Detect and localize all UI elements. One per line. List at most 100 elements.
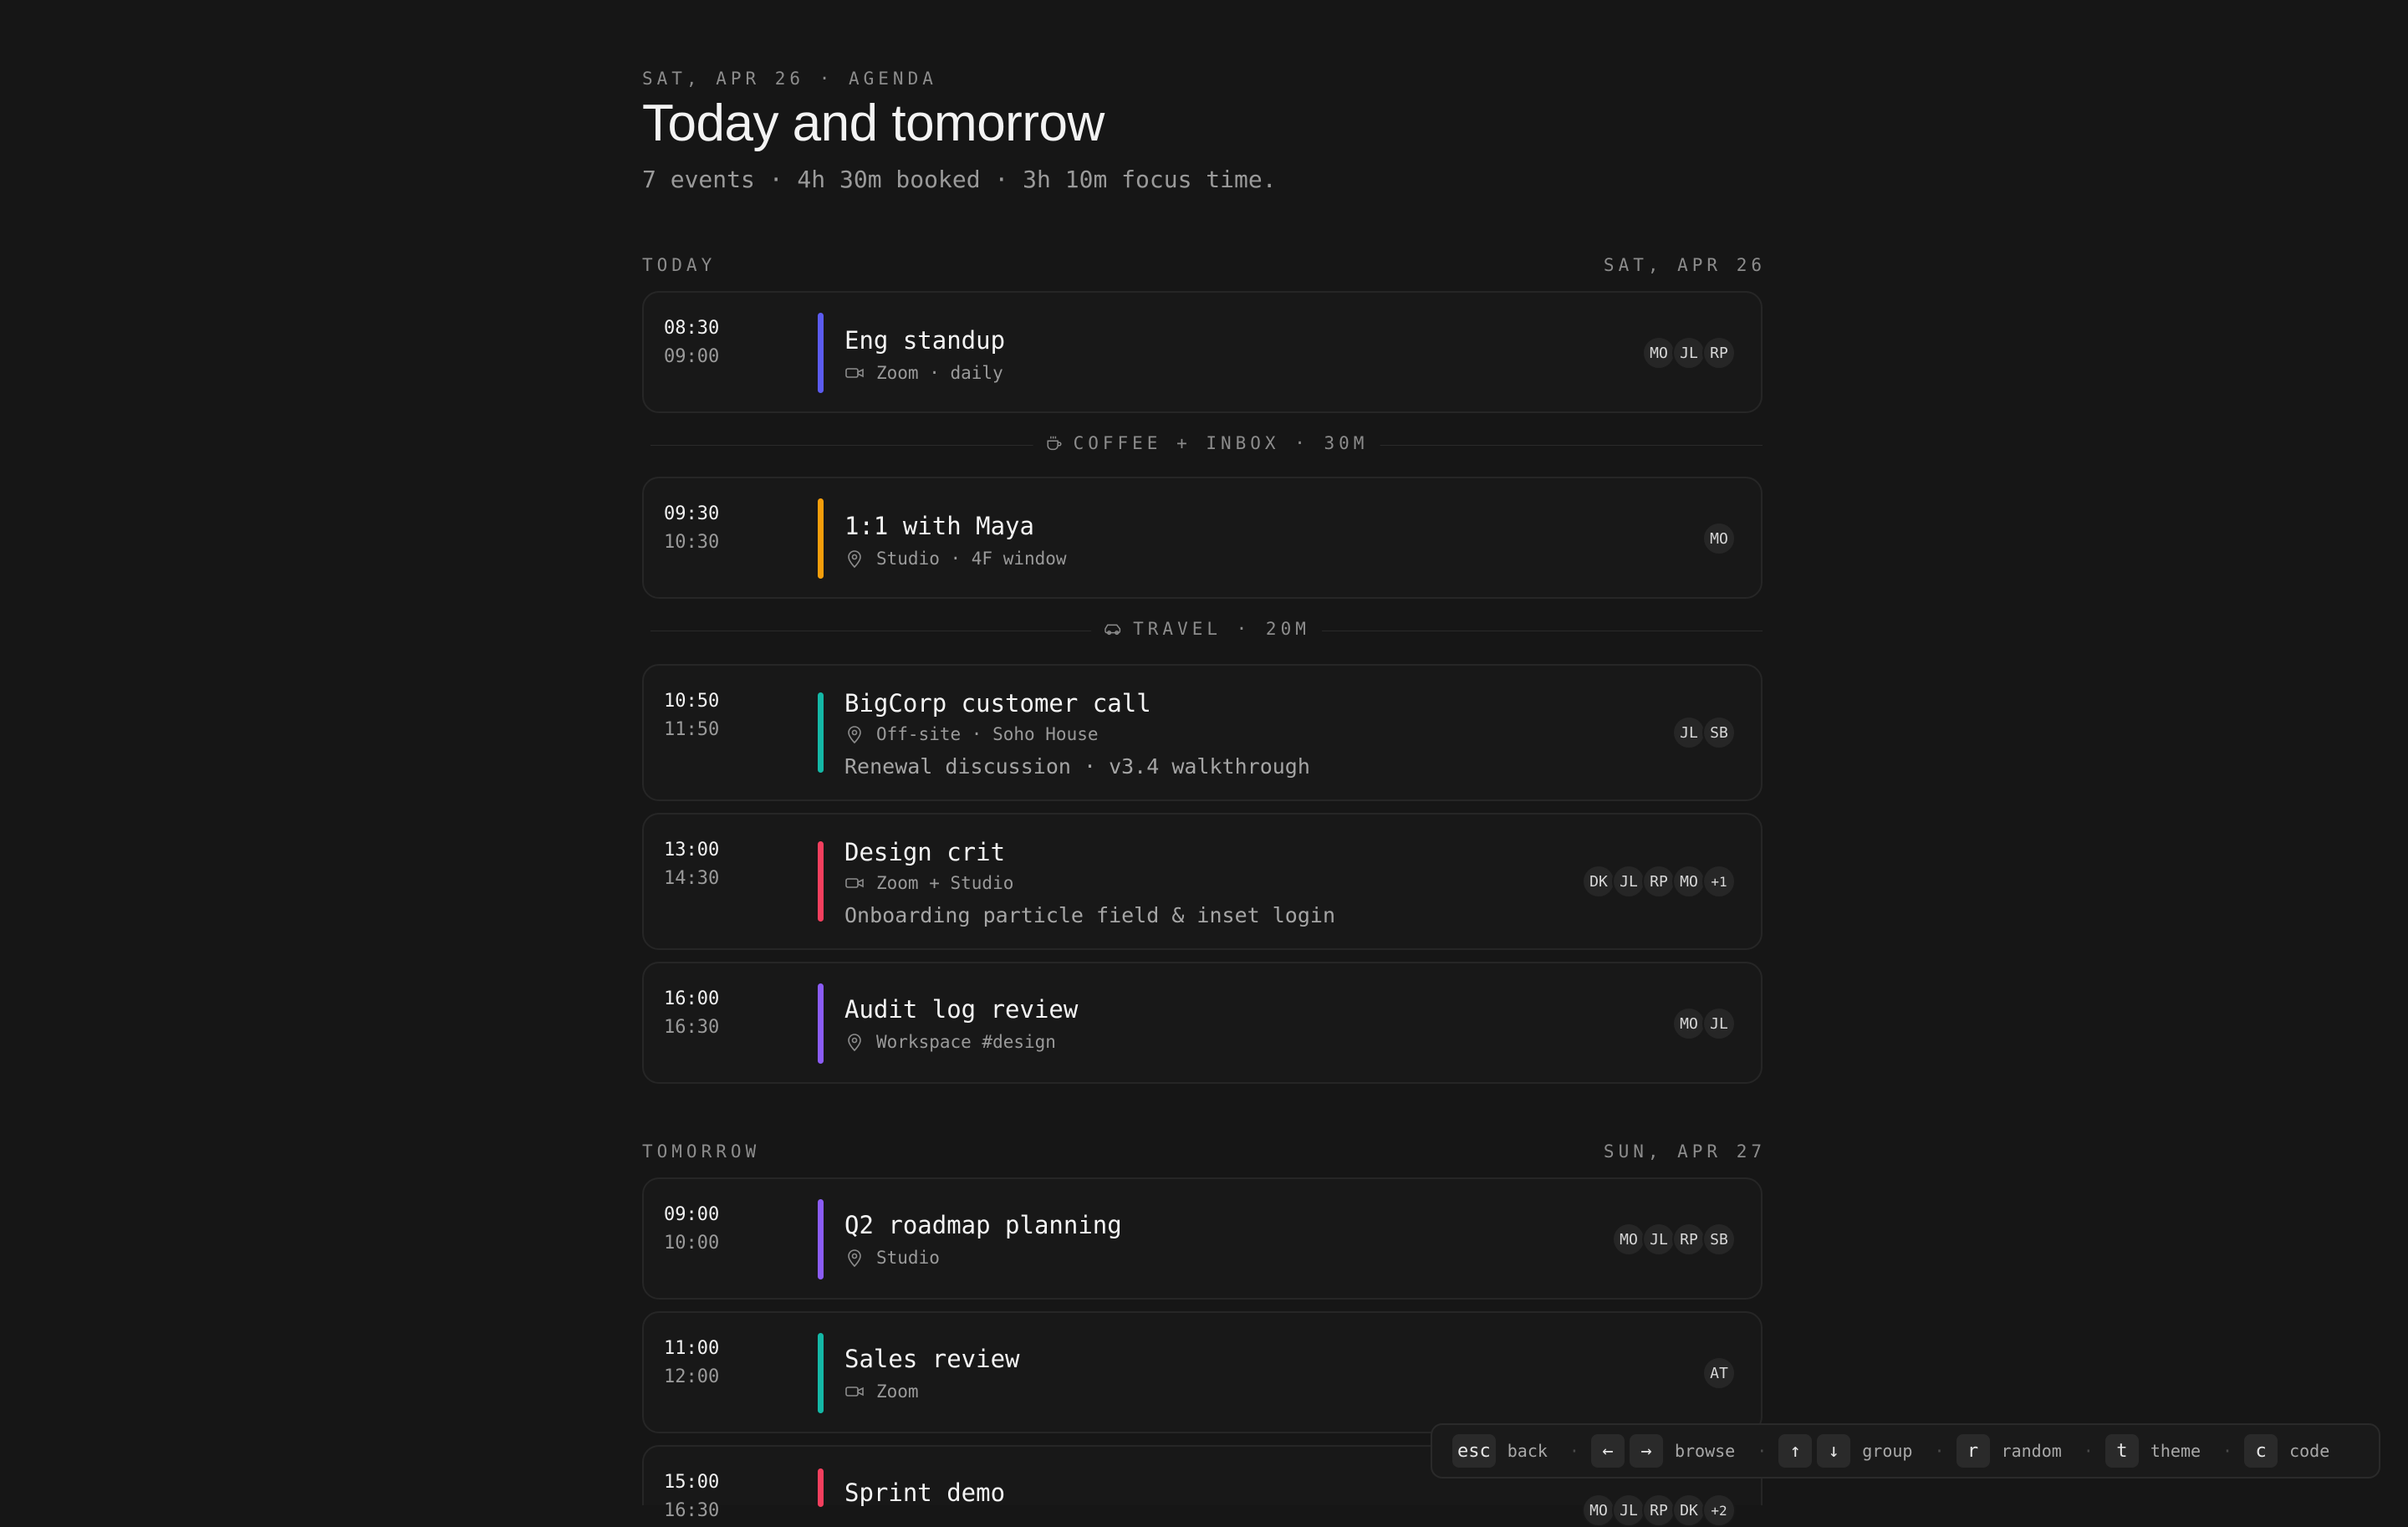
gap-label: COFFEE + INBOX · 30M xyxy=(1033,433,1380,453)
event-meta: Studio · 4F window xyxy=(844,549,1067,569)
location-pin-icon xyxy=(848,550,861,569)
video-icon xyxy=(845,1387,864,1397)
avatar: AT xyxy=(1702,1356,1736,1390)
event-card[interactable]: 10:50 11:50 BigCorp customer call Off-si… xyxy=(642,664,1763,801)
avatar: MO xyxy=(1582,1494,1615,1527)
event-end-time: 11:50 xyxy=(664,719,720,740)
avatar: JL xyxy=(1612,865,1645,898)
section-header-today: TODAY SAT, APR 26 xyxy=(642,255,1766,278)
event-start-time: 11:00 xyxy=(664,1338,720,1359)
key-up-arrow[interactable]: ↑ xyxy=(1778,1434,1813,1468)
shortcut-label-random: random xyxy=(2001,1441,2062,1461)
video-icon xyxy=(845,368,864,378)
event-card[interactable]: 09:00 10:00 Q2 roadmap planning Studio M… xyxy=(642,1177,1763,1300)
location-pin-icon xyxy=(848,726,861,744)
event-title: Sprint demo xyxy=(844,1478,1006,1507)
event-color-bar xyxy=(818,498,824,579)
event-title: Audit log review xyxy=(844,995,1079,1024)
key-c[interactable]: c xyxy=(2244,1434,2278,1468)
attendee-list: MO JL xyxy=(1672,1007,1736,1040)
event-times: 10:50 11:50 xyxy=(664,687,719,744)
page-title: Today and tomorrow xyxy=(642,94,1105,152)
event-meta: Workspace #design xyxy=(844,1032,1056,1052)
event-start-time: 16:00 xyxy=(664,988,720,1009)
event-color-bar xyxy=(818,1333,824,1413)
avatar: RP xyxy=(1672,1223,1706,1256)
event-meta: Off-site · Soho House xyxy=(844,724,1099,744)
event-color-bar xyxy=(818,313,824,393)
event-note: Renewal discussion · v3.4 walkthrough xyxy=(844,754,1310,779)
attendee-list: MO JL RP DK +2 xyxy=(1582,1494,1736,1527)
shortcut-label-theme: theme xyxy=(2150,1441,2201,1461)
event-times: 16:00 16:30 xyxy=(664,985,719,1042)
shortcut-label-browse: browse xyxy=(1674,1441,1736,1461)
event-meta-text: Studio · 4F window xyxy=(876,549,1067,569)
event-times: 15:00 16:30 xyxy=(664,1468,719,1525)
event-start-time: 13:00 xyxy=(664,840,720,861)
event-card[interactable]: 08:30 09:00 Eng standup Zoom · daily MO J… xyxy=(642,291,1763,413)
coffee-icon xyxy=(1047,436,1062,451)
event-meta: Zoom xyxy=(844,1381,919,1402)
event-start-time: 09:00 xyxy=(664,1204,720,1225)
event-meta-text: Zoom · daily xyxy=(876,363,1003,383)
shortcut-label-back: back xyxy=(1507,1441,1548,1461)
shortcut-label-code: code xyxy=(2289,1441,2330,1461)
car-icon xyxy=(1105,624,1121,636)
section-date: SUN, APR 27 xyxy=(1603,1141,1766,1162)
separator: · xyxy=(2083,1441,2094,1461)
event-end-time: 10:30 xyxy=(664,532,720,553)
attendee-list: MO xyxy=(1702,522,1736,555)
event-times: 08:30 09:00 xyxy=(664,314,719,371)
gap-coffee-inbox: COFFEE + INBOX · 30M xyxy=(650,433,1763,458)
avatar: SB xyxy=(1702,1223,1736,1256)
event-start-time: 08:30 xyxy=(664,318,720,339)
event-color-bar xyxy=(818,1199,824,1279)
separator: · xyxy=(1569,1441,1579,1461)
attendee-list: MO JL RP SB xyxy=(1612,1223,1736,1256)
event-card[interactable]: 11:00 12:00 Sales review Zoom AT xyxy=(642,1311,1763,1433)
event-title: Sales review xyxy=(844,1345,1020,1373)
attendee-list: JL SB xyxy=(1672,716,1736,749)
event-note: Onboarding particle field & inset login xyxy=(844,903,1335,927)
more-attendees-badge: +2 xyxy=(1702,1494,1736,1527)
key-r[interactable]: r xyxy=(1956,1434,1990,1468)
location-pin-icon xyxy=(848,1249,861,1268)
section-date: SAT, APR 26 xyxy=(1603,255,1766,275)
section-label: TODAY xyxy=(642,255,717,275)
event-title: Q2 roadmap planning xyxy=(844,1211,1122,1239)
event-meta-text: Studio xyxy=(876,1248,940,1268)
separator: · xyxy=(2222,1441,2233,1461)
key-esc[interactable]: esc xyxy=(1452,1434,1496,1468)
video-icon xyxy=(845,878,864,888)
event-card[interactable]: 13:00 14:30 Design crit Zoom + Studio On… xyxy=(642,813,1763,950)
event-title: 1:1 with Maya xyxy=(844,512,1034,540)
event-start-time: 15:00 xyxy=(664,1472,720,1493)
event-end-time: 12:00 xyxy=(664,1366,720,1387)
event-card[interactable]: 09:30 10:30 1:1 with Maya Studio · 4F wi… xyxy=(642,477,1763,599)
key-down-arrow[interactable]: ↓ xyxy=(1817,1434,1851,1468)
event-end-time: 14:30 xyxy=(664,868,720,889)
event-title: BigCorp customer call xyxy=(844,689,1151,718)
avatar: JL xyxy=(1672,336,1706,370)
attendee-list: AT xyxy=(1702,1356,1736,1390)
event-title: Eng standup xyxy=(844,326,1006,355)
gap-label-text: TRAVEL · 20M xyxy=(1133,619,1310,639)
event-meta-text: Workspace #design xyxy=(876,1032,1056,1052)
shortcut-label-group: group xyxy=(1862,1441,1913,1461)
avatar: JL xyxy=(1672,716,1706,749)
separator: · xyxy=(1757,1441,1768,1461)
key-left-arrow[interactable]: ← xyxy=(1590,1434,1625,1468)
event-times: 09:00 10:00 xyxy=(664,1201,719,1258)
avatar: MO xyxy=(1672,865,1706,898)
page-summary: 7 events · 4h 30m booked · 3h 10m focus … xyxy=(642,166,1277,193)
gap-travel: TRAVEL · 20M xyxy=(650,619,1763,644)
avatar: SB xyxy=(1702,716,1736,749)
key-t[interactable]: t xyxy=(2104,1434,2139,1468)
event-start-time: 10:50 xyxy=(664,691,720,712)
avatar: RP xyxy=(1642,1494,1676,1527)
key-right-arrow[interactable]: → xyxy=(1629,1434,1663,1468)
event-meta-text: Zoom xyxy=(876,1381,919,1402)
event-end-time: 16:30 xyxy=(664,1500,720,1521)
event-meta: Zoom + Studio xyxy=(844,873,1013,893)
event-card[interactable]: 16:00 16:30 Audit log review Workspace #… xyxy=(642,962,1763,1084)
